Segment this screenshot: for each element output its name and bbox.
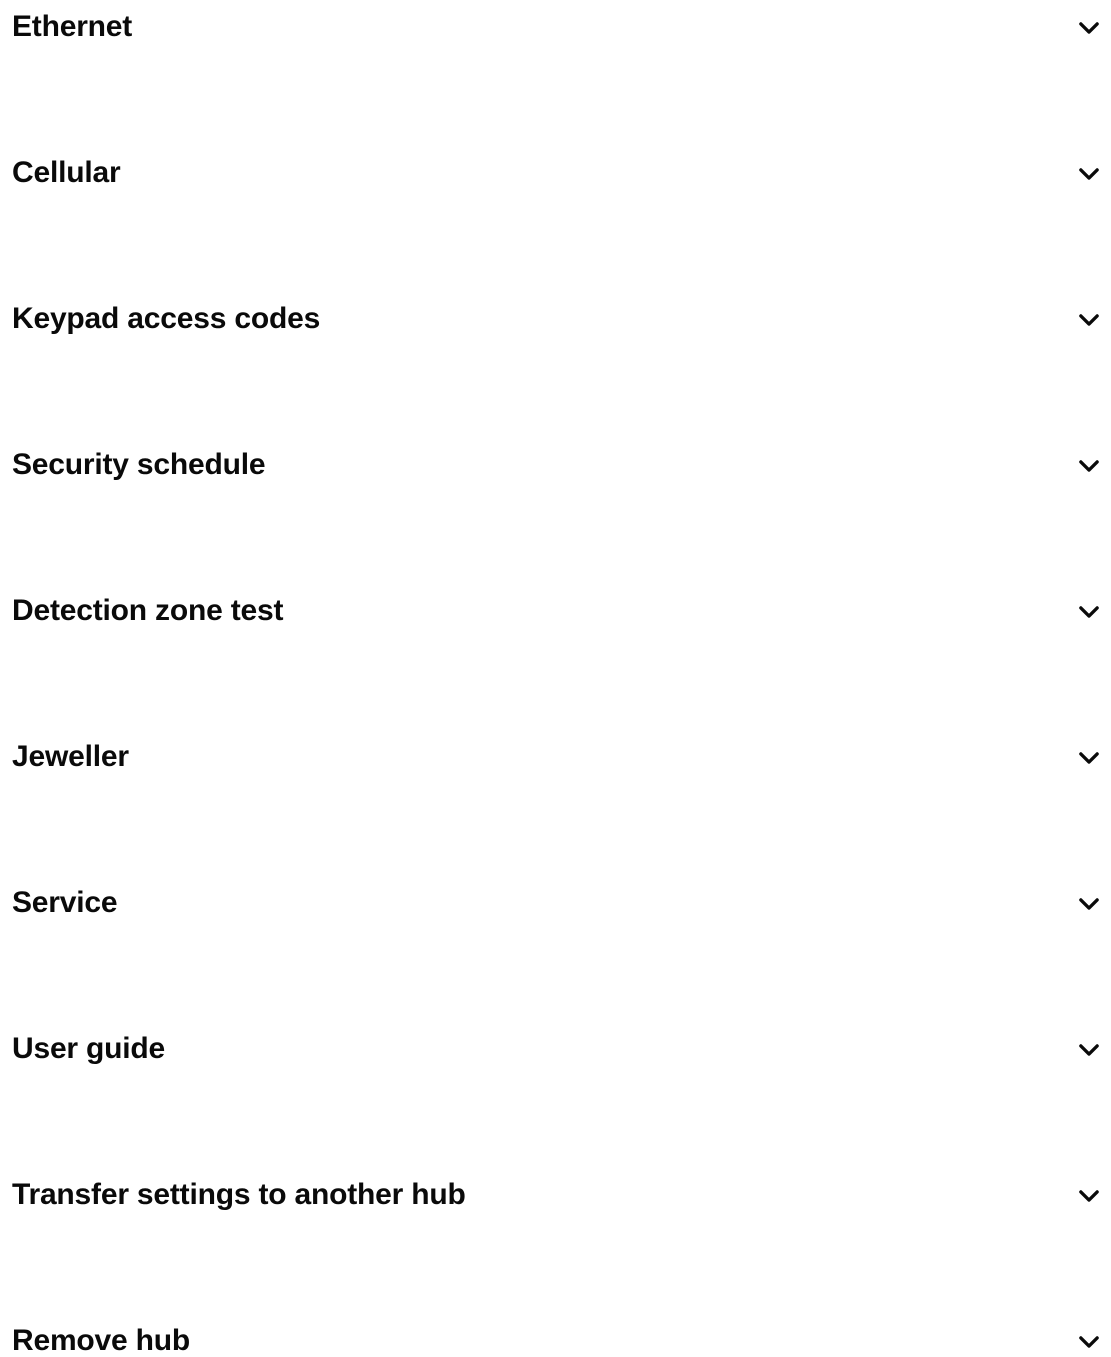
accordion-item-label: Service bbox=[12, 886, 118, 919]
chevron-down-icon[interactable] bbox=[1075, 744, 1103, 772]
accordion-item-transfer-settings[interactable]: Transfer settings to another hub bbox=[0, 1170, 1111, 1218]
chevron-down-icon[interactable] bbox=[1075, 1328, 1103, 1356]
chevron-down-icon[interactable] bbox=[1075, 14, 1103, 42]
accordion-item-label: Jeweller bbox=[12, 740, 129, 773]
accordion-item-label: Detection zone test bbox=[12, 594, 284, 627]
chevron-down-icon[interactable] bbox=[1075, 452, 1103, 480]
chevron-down-icon[interactable] bbox=[1075, 306, 1103, 334]
accordion-item-keypad-access-codes[interactable]: Keypad access codes bbox=[0, 294, 1111, 342]
accordion-item-label: User guide bbox=[12, 1032, 166, 1065]
accordion-item-cellular[interactable]: Cellular bbox=[0, 148, 1111, 196]
accordion-item-jeweller[interactable]: Jeweller bbox=[0, 732, 1111, 780]
accordion-item-service[interactable]: Service bbox=[0, 878, 1111, 926]
accordion-item-label: Security schedule bbox=[12, 448, 266, 481]
accordion-item-label: Cellular bbox=[12, 156, 121, 189]
chevron-down-icon[interactable] bbox=[1075, 890, 1103, 918]
accordion-item-user-guide[interactable]: User guide bbox=[0, 1024, 1111, 1072]
accordion-item-label: Remove hub bbox=[12, 1324, 191, 1357]
accordion-item-remove-hub[interactable]: Remove hub bbox=[0, 1316, 1111, 1357]
accordion-item-label: Transfer settings to another hub bbox=[12, 1178, 466, 1211]
chevron-down-icon[interactable] bbox=[1075, 598, 1103, 626]
chevron-down-icon[interactable] bbox=[1075, 1182, 1103, 1210]
accordion-item-label: Ethernet bbox=[12, 10, 133, 43]
chevron-down-icon[interactable] bbox=[1075, 160, 1103, 188]
accordion-item-ethernet[interactable]: Ethernet bbox=[0, 2, 1111, 50]
accordion-item-detection-zone-test[interactable]: Detection zone test bbox=[0, 586, 1111, 634]
accordion-item-label: Keypad access codes bbox=[12, 302, 321, 335]
chevron-down-icon[interactable] bbox=[1075, 1036, 1103, 1064]
accordion-item-security-schedule[interactable]: Security schedule bbox=[0, 440, 1111, 488]
